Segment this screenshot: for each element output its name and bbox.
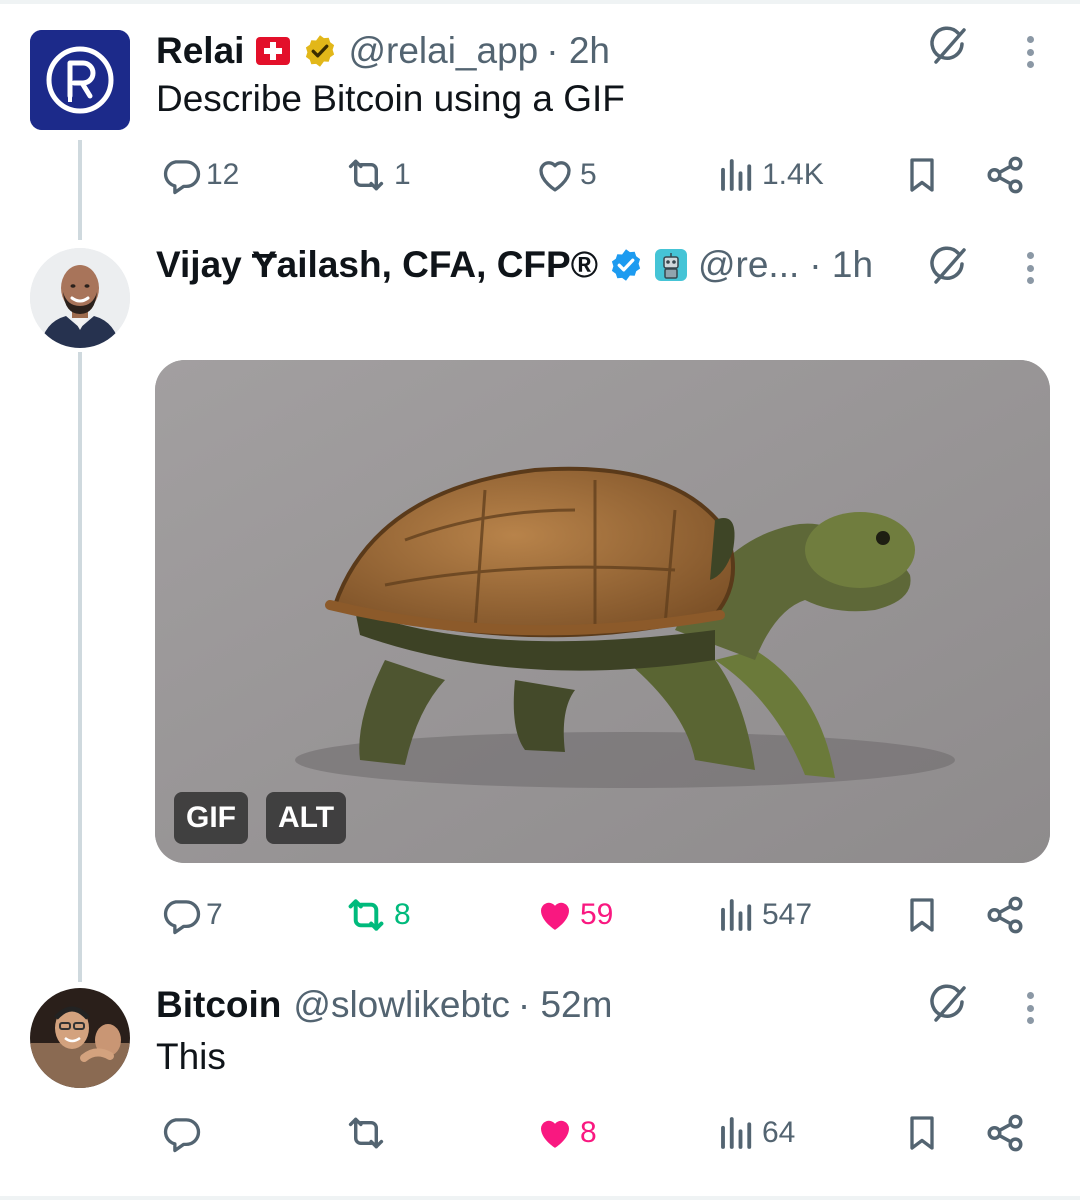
reply-icon xyxy=(163,900,201,935)
repost-icon xyxy=(348,159,384,191)
views-button[interactable]: 1.4K xyxy=(716,150,824,200)
like-count: 8 xyxy=(580,1116,597,1149)
post-actions: 7 8 59 547 xyxy=(156,890,1046,940)
repost-icon xyxy=(348,1117,384,1149)
reply-button[interactable]: 7 xyxy=(160,890,223,940)
gif-media[interactable] xyxy=(155,360,1050,863)
thread-line xyxy=(78,352,82,982)
post-header: Bitcoin @slowlikebtc · 52m xyxy=(156,980,612,1030)
gold-verified-icon[interactable] xyxy=(302,33,338,69)
reply-button[interactable] xyxy=(160,1108,206,1158)
avatar[interactable] xyxy=(30,248,130,348)
like-icon xyxy=(541,902,569,930)
views-icon xyxy=(721,159,752,191)
like-icon xyxy=(539,161,571,192)
bookmark-icon xyxy=(910,158,934,192)
bookmark-icon xyxy=(910,1116,934,1150)
share-icon xyxy=(987,156,1023,194)
views-count: 547 xyxy=(762,898,813,931)
alt-text-button[interactable]: ALT xyxy=(266,792,347,844)
author-name[interactable]: Relai xyxy=(156,30,244,72)
more-icon[interactable] xyxy=(1020,32,1040,72)
post-time[interactable]: · 52m xyxy=(518,984,613,1026)
views-count: 64 xyxy=(762,1116,796,1149)
robot-emoji-icon xyxy=(654,248,688,282)
repost-count: 8 xyxy=(394,898,411,931)
reply-button[interactable]: 12 xyxy=(160,150,239,200)
grok-icon[interactable] xyxy=(926,244,970,288)
post-time[interactable]: · 2h xyxy=(546,30,610,72)
share-icon xyxy=(987,1114,1023,1152)
bookmark-button[interactable] xyxy=(902,890,942,940)
post-text: Describe Bitcoin using a GIF xyxy=(156,78,625,119)
views-icon xyxy=(721,899,752,931)
grok-icon[interactable] xyxy=(926,982,970,1026)
share-button[interactable] xyxy=(984,1108,1026,1158)
like-button[interactable]: 8 xyxy=(534,1108,597,1158)
bottom-divider xyxy=(0,1196,1080,1200)
grok-icon[interactable] xyxy=(926,24,970,68)
top-divider xyxy=(0,0,1080,4)
repost-button[interactable]: 8 xyxy=(342,890,411,940)
post-text: This xyxy=(156,1036,226,1077)
avatar[interactable] xyxy=(30,30,130,130)
avatar[interactable] xyxy=(30,988,130,1088)
blue-verified-icon[interactable] xyxy=(608,247,644,283)
bookmark-button[interactable] xyxy=(902,1108,942,1158)
views-icon xyxy=(721,1117,752,1149)
views-button[interactable]: 64 xyxy=(716,1108,795,1158)
views-button[interactable]: 547 xyxy=(716,890,812,940)
like-count: 59 xyxy=(580,898,614,931)
repost-icon xyxy=(348,899,384,931)
views-count: 1.4K xyxy=(762,158,824,191)
gif-badge: GIF xyxy=(174,792,248,844)
reply-count: 12 xyxy=(206,158,240,191)
share-button[interactable] xyxy=(984,150,1026,200)
turtle-gif-image xyxy=(155,360,1050,863)
reply-count: 7 xyxy=(206,898,223,931)
like-button[interactable]: 59 xyxy=(534,890,613,940)
bookmark-icon xyxy=(910,898,934,932)
more-icon[interactable] xyxy=(1020,988,1040,1028)
thread-line xyxy=(78,140,82,240)
repost-count: 1 xyxy=(394,158,411,191)
bookmark-button[interactable] xyxy=(902,150,942,200)
author-handle[interactable]: @relai_app xyxy=(348,30,538,72)
post-time[interactable]: · 1h xyxy=(809,244,873,286)
post-actions: 12 1 5 1.4K xyxy=(156,150,1046,200)
post-header: Relai @relai_app · 2h xyxy=(156,26,610,76)
swiss-flag-icon xyxy=(254,35,292,67)
post-header: Vijay Ɏailash, CFA, CFP® @re... · 1h xyxy=(156,240,873,290)
author-name[interactable]: Bitcoin xyxy=(156,984,281,1026)
share-icon xyxy=(987,896,1023,934)
share-button[interactable] xyxy=(984,890,1026,940)
more-icon[interactable] xyxy=(1020,248,1040,288)
author-name[interactable]: Vijay Ɏailash, CFA, CFP® xyxy=(156,244,598,286)
like-button[interactable]: 5 xyxy=(534,150,597,200)
post-actions: 8 64 xyxy=(156,1108,1046,1158)
author-handle[interactable]: @slowlikebtc xyxy=(293,984,509,1026)
like-icon xyxy=(541,1120,569,1148)
relai-logo xyxy=(30,30,130,130)
reply-icon xyxy=(163,160,201,195)
reply-icon xyxy=(163,1118,201,1153)
repost-button[interactable] xyxy=(342,1108,394,1158)
author-handle[interactable]: @re... xyxy=(698,244,799,286)
like-count: 5 xyxy=(580,158,597,191)
repost-button[interactable]: 1 xyxy=(342,150,411,200)
